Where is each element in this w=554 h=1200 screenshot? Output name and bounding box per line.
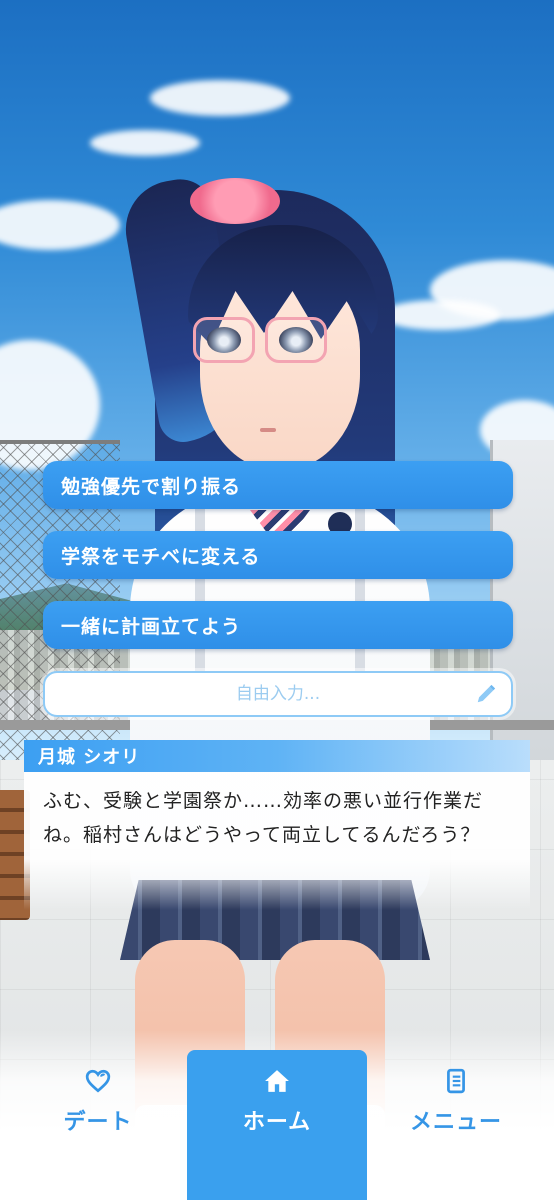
- speaker-nameplate: 月城 シオリ: [24, 740, 530, 772]
- strap: [195, 495, 205, 695]
- free-input-field[interactable]: [88, 684, 468, 704]
- scrunchie: [190, 178, 280, 224]
- choice-button-festival-motivation[interactable]: 学祭をモチベに変える: [43, 531, 513, 579]
- pencil-icon[interactable]: [475, 683, 497, 705]
- cloud: [150, 80, 290, 116]
- choice-button-study-first[interactable]: 勉強優先で割り振る: [43, 461, 513, 509]
- heart-icon: [85, 1069, 111, 1093]
- strap: [355, 495, 365, 695]
- choice-button-plan-together[interactable]: 一緒に計画立てよう: [43, 601, 513, 649]
- mouth: [260, 428, 276, 432]
- free-input-box[interactable]: [43, 671, 513, 717]
- nav-tab-menu[interactable]: メニュー: [366, 1050, 546, 1200]
- choice-label: 学祭をモチベに変える: [61, 545, 261, 568]
- eye-right: [279, 327, 313, 353]
- glasses: [193, 317, 329, 367]
- nav-tab-date[interactable]: デート: [8, 1050, 188, 1200]
- nav-label: ホーム: [242, 1110, 312, 1135]
- choice-label: 勉強優先で割り振る: [61, 475, 242, 498]
- dialog-line: ふむ、受験と学園祭か……効率の悪い並行作業だ: [43, 790, 484, 812]
- home-icon: [265, 1070, 289, 1092]
- dialog-line: ね。稲村さんはどうやって両立してるんだろう？: [43, 824, 481, 846]
- background-scene: [0, 0, 554, 1200]
- nav-label: メニュー: [409, 1110, 502, 1135]
- dialog-text: ふむ、受験と学園祭か……効率の悪い並行作業だ ね。稲村さんはどうやって両立してる…: [43, 784, 523, 852]
- eye-left: [207, 327, 241, 353]
- speaker-name: 月城 シオリ: [38, 747, 141, 768]
- nav-tab-home[interactable]: ホーム: [187, 1050, 367, 1200]
- choice-label: 一緒に計画立てよう: [61, 615, 242, 638]
- nav-label: デート: [63, 1110, 133, 1135]
- menu-list-icon: [447, 1068, 465, 1094]
